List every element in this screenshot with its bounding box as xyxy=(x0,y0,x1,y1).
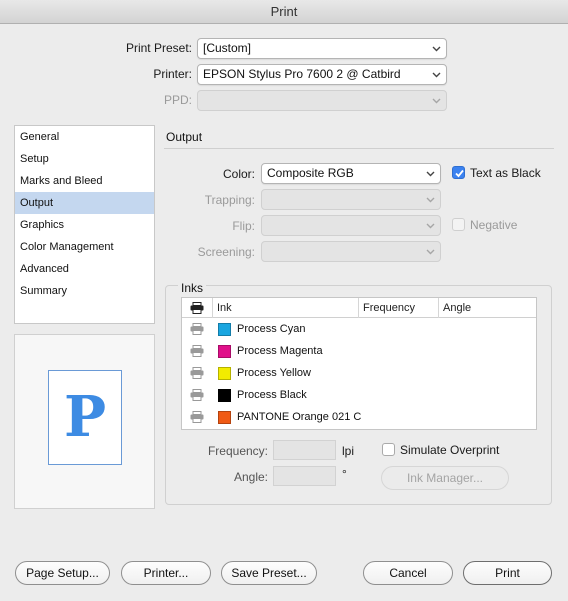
output-divider xyxy=(164,148,554,149)
sidebar-item-output[interactable]: Output xyxy=(15,192,154,214)
screening-label: Screening: xyxy=(197,245,255,259)
printer-icon xyxy=(190,302,204,314)
simulate-overprint-label: Simulate Overprint xyxy=(400,443,500,457)
print-preset-select[interactable]: [Custom] xyxy=(197,38,447,59)
ink-name: Process Yellow xyxy=(237,367,311,379)
window-title: Print xyxy=(0,0,568,24)
ink-name: Process Magenta xyxy=(237,345,323,357)
ink-row[interactable]: Process Cyan xyxy=(182,318,536,340)
column-header-frequency[interactable]: Frequency xyxy=(358,298,438,318)
printer-icon[interactable] xyxy=(190,389,204,401)
page-setup-button[interactable]: Page Setup... xyxy=(15,561,110,585)
ink-rows: Process Cyan Process Magenta Process Yel… xyxy=(182,318,536,428)
text-as-black-label: Text as Black xyxy=(470,166,541,180)
sidebar-item-setup[interactable]: Setup xyxy=(15,148,154,170)
sidebar-item-marks-and-bleed[interactable]: Marks and Bleed xyxy=(15,170,154,192)
color-label: Color: xyxy=(222,167,255,181)
ink-name: PANTONE Orange 021 C xyxy=(237,411,362,423)
ink-row[interactable]: PANTONE Orange 021 C xyxy=(182,406,536,428)
frequency-unit: lpi xyxy=(342,444,355,458)
chevron-down-icon xyxy=(426,197,435,203)
printer-value: EPSON Stylus Pro 7600 2 @ Catbird xyxy=(203,67,401,81)
ppd-select xyxy=(197,90,447,111)
ink-swatch xyxy=(218,411,231,424)
column-header-angle[interactable]: Angle xyxy=(438,298,536,318)
ink-table-header: Ink Frequency Angle xyxy=(182,298,536,318)
checkmark-icon xyxy=(455,169,464,178)
chevron-down-icon xyxy=(432,98,441,104)
chevron-down-icon xyxy=(432,46,441,52)
ink-row[interactable]: Process Magenta xyxy=(182,340,536,362)
chevron-down-icon xyxy=(426,171,435,177)
angle-unit: ° xyxy=(342,467,347,481)
ppd-label: PPD: xyxy=(163,93,192,107)
save-preset-button[interactable]: Save Preset... xyxy=(221,561,317,585)
ink-row[interactable]: Process Black xyxy=(182,384,536,406)
sidebar-item-general[interactable]: General xyxy=(15,126,154,148)
flip-select xyxy=(261,215,441,236)
flip-label: Flip: xyxy=(232,219,255,233)
angle-field xyxy=(273,466,336,486)
simulate-overprint-checkbox[interactable] xyxy=(382,443,395,456)
inks-section-title: Inks xyxy=(178,281,207,295)
sidebar: General Setup Marks and Bleed Output Gra… xyxy=(14,125,155,324)
frequency-label: Frequency: xyxy=(207,444,268,458)
ink-name: Process Black xyxy=(237,389,307,401)
ink-row[interactable]: Process Yellow xyxy=(182,362,536,384)
ink-swatch xyxy=(218,367,231,380)
printer-icon[interactable] xyxy=(190,323,204,335)
chevron-down-icon xyxy=(426,223,435,229)
sidebar-item-summary[interactable]: Summary xyxy=(15,280,154,302)
angle-label: Angle: xyxy=(233,470,268,484)
sidebar-item-color-management[interactable]: Color Management xyxy=(15,236,154,258)
ink-swatch xyxy=(218,345,231,358)
color-select[interactable]: Composite RGB xyxy=(261,163,441,184)
chevron-down-icon xyxy=(432,72,441,78)
sidebar-item-advanced[interactable]: Advanced xyxy=(15,258,154,280)
ink-table: Ink Frequency Angle Process Cyan Process… xyxy=(181,297,537,430)
ink-manager-button: Ink Manager... xyxy=(381,466,509,490)
page-preview: P xyxy=(14,334,155,509)
preview-page: P xyxy=(48,370,122,465)
ink-swatch xyxy=(218,323,231,336)
column-header-ink[interactable]: Ink xyxy=(212,298,360,318)
printer-icon[interactable] xyxy=(190,345,204,357)
ink-swatch xyxy=(218,389,231,402)
ink-name: Process Cyan xyxy=(237,323,306,335)
negative-label: Negative xyxy=(470,218,518,232)
color-value: Composite RGB xyxy=(267,166,354,180)
trapping-label: Trapping: xyxy=(204,193,255,207)
print-preset-label: Print Preset: xyxy=(125,41,192,55)
trapping-select xyxy=(261,189,441,210)
output-section-title: Output xyxy=(166,130,203,144)
screening-select xyxy=(261,241,441,262)
chevron-down-icon xyxy=(426,249,435,255)
sidebar-item-graphics[interactable]: Graphics xyxy=(15,214,154,236)
printer-label: Printer: xyxy=(153,67,192,81)
printer-icon[interactable] xyxy=(190,411,204,423)
negative-checkbox xyxy=(452,218,465,231)
printer-button[interactable]: Printer... xyxy=(121,561,211,585)
cancel-button[interactable]: Cancel xyxy=(363,561,453,585)
printer-select[interactable]: EPSON Stylus Pro 7600 2 @ Catbird xyxy=(197,64,447,85)
frequency-field xyxy=(273,440,336,460)
print-preset-value: [Custom] xyxy=(203,41,252,55)
print-button[interactable]: Print xyxy=(463,561,552,585)
text-as-black-checkbox[interactable] xyxy=(452,166,465,179)
printer-icon[interactable] xyxy=(190,367,204,379)
